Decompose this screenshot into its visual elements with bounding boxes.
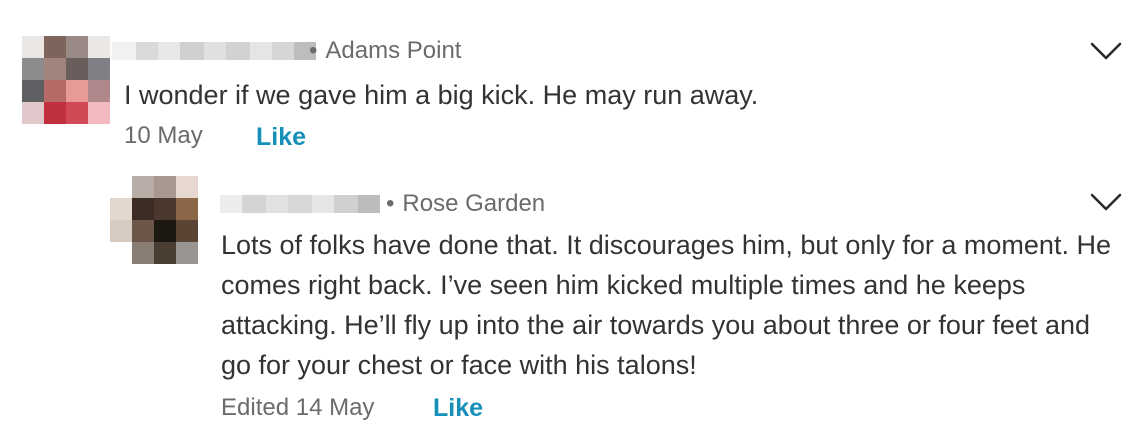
avatar-pixel bbox=[22, 102, 44, 124]
avatar-pixel bbox=[88, 58, 110, 80]
avatar-pixel bbox=[132, 242, 154, 264]
avatar-pixel bbox=[22, 36, 44, 58]
neighborhood-label[interactable]: • Rose Garden bbox=[386, 190, 545, 218]
avatar-pixel bbox=[44, 102, 66, 124]
avatar-pixel bbox=[154, 198, 176, 220]
avatar-pixel bbox=[44, 58, 66, 80]
separator-dot: • bbox=[309, 37, 318, 64]
avatar-pixel bbox=[110, 198, 132, 220]
avatar-pixel bbox=[154, 242, 176, 264]
avatar-pixel bbox=[176, 176, 198, 198]
avatar-pixel bbox=[110, 242, 132, 264]
author-name-redacted[interactable] bbox=[112, 42, 316, 60]
avatar-pixel bbox=[88, 36, 110, 58]
avatar-pixel bbox=[132, 220, 154, 242]
avatar[interactable] bbox=[22, 36, 110, 124]
avatar-pixel bbox=[176, 220, 198, 242]
avatar-pixel bbox=[66, 36, 88, 58]
avatar-pixel bbox=[66, 80, 88, 102]
neighborhood-name: Adams Point bbox=[325, 37, 462, 64]
author-name-redacted[interactable] bbox=[220, 195, 380, 213]
avatar-pixel bbox=[154, 220, 176, 242]
like-button[interactable]: Like bbox=[433, 394, 483, 423]
comment-date: 10 May bbox=[124, 122, 203, 149]
avatar-pixel bbox=[132, 176, 154, 198]
separator-dot: • bbox=[386, 190, 395, 217]
avatar-pixel bbox=[44, 80, 66, 102]
avatar-pixel bbox=[88, 102, 110, 124]
avatar-pixel bbox=[110, 176, 132, 198]
avatar-pixel bbox=[110, 220, 132, 242]
avatar-pixel bbox=[176, 198, 198, 220]
comment-text: I wonder if we gave him a big kick. He m… bbox=[124, 80, 759, 110]
avatar-pixel bbox=[154, 176, 176, 198]
like-button[interactable]: Like bbox=[256, 123, 306, 152]
avatar-pixel bbox=[66, 102, 88, 124]
comment-date: Edited 14 May bbox=[221, 394, 375, 421]
avatar-pixel bbox=[176, 242, 198, 264]
neighborhood-name: Rose Garden bbox=[402, 190, 546, 217]
avatar-pixel bbox=[88, 80, 110, 102]
neighborhood-label[interactable]: • Adams Point bbox=[309, 37, 461, 65]
avatar-pixel bbox=[22, 80, 44, 102]
avatar-pixel bbox=[44, 36, 66, 58]
chevron-down-icon[interactable] bbox=[1089, 40, 1123, 62]
avatar[interactable] bbox=[110, 176, 198, 264]
avatar-pixel bbox=[66, 58, 88, 80]
comment-text: Lots of folks have done that. It discour… bbox=[221, 230, 1111, 380]
avatar-pixel bbox=[132, 198, 154, 220]
avatar-pixel bbox=[22, 58, 44, 80]
chevron-down-icon[interactable] bbox=[1089, 191, 1123, 213]
